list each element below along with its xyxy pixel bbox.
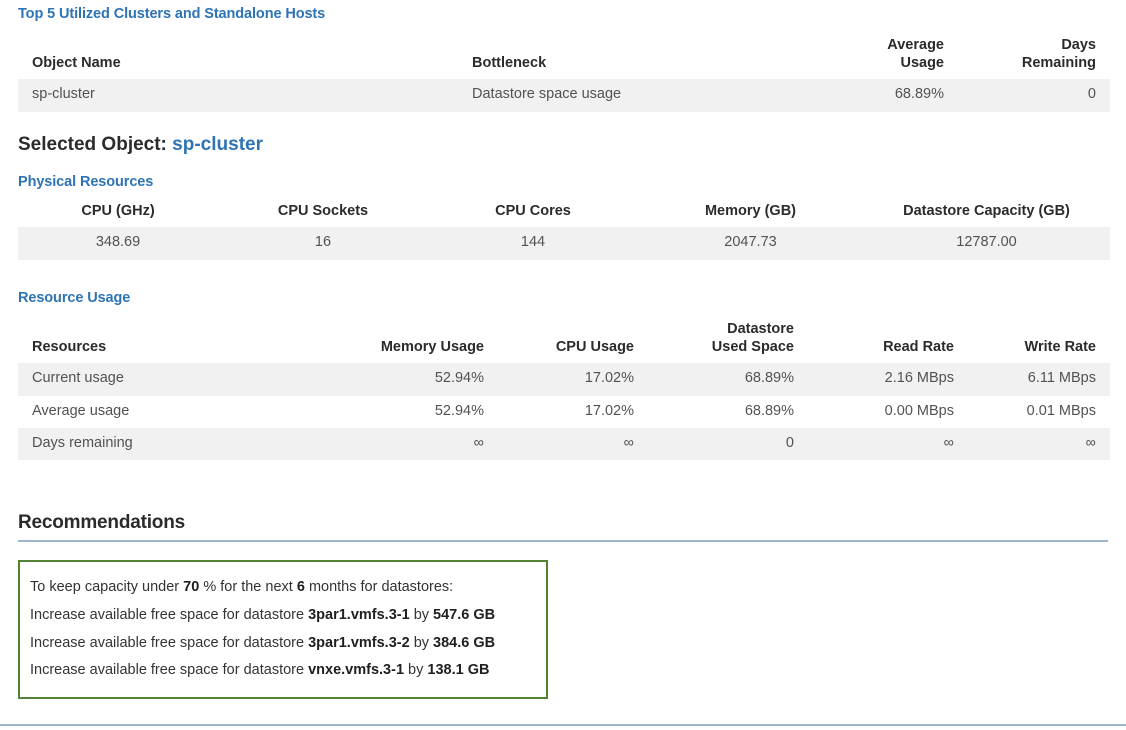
item-amount: 138.1 GB (427, 662, 490, 679)
intro-mid: % for the next (203, 579, 293, 596)
item-datastore: 3par1.vmfs.3-1 (308, 607, 410, 624)
cell-datastore-capacity-gb: 12787.00 (863, 227, 1110, 260)
selected-object-line: Selected Object: sp-cluster (18, 134, 1126, 156)
cell-datastore-used-space: 68.89% (744, 402, 794, 419)
item-connector: by (408, 662, 424, 679)
table-row: 348.69 16 144 2047.73 12787.00 (18, 227, 1110, 260)
item-prefix: Increase available free space for datast… (30, 662, 305, 679)
column-header-cpu-usage: CPU Usage (555, 338, 634, 355)
cell-resource: Days remaining (18, 428, 318, 461)
cell-read-rate: ∞ (808, 428, 968, 461)
report-page: Top 5 Utilized Clusters and Standalone H… (0, 0, 1126, 730)
cell-average-usage: 68.89% (798, 79, 958, 112)
cell-memory-usage: ∞ (318, 428, 498, 461)
physical-resources-table: CPU (GHz) CPU Sockets CPU Cores Memory (… (18, 198, 1110, 260)
recommendation-item: Increase available free space for datast… (30, 657, 536, 685)
intro-prefix: To keep capacity under (30, 579, 180, 596)
cell-write-rate: 6.11 MBps (968, 363, 1110, 396)
cell-resource: Current usage (18, 363, 318, 396)
cell-datastore-used-space: 68.89% (648, 363, 808, 396)
recommendation-item: Increase available free space for datast… (30, 602, 536, 630)
cell-cpu-sockets: 16 (218, 227, 428, 260)
top-clusters-table: Object Name Bottleneck Average Usage Days… (18, 32, 1110, 112)
item-prefix: Increase available free space for datast… (30, 607, 305, 624)
table-header-row: Object Name Bottleneck Average Usage Days… (18, 32, 1110, 79)
resource-usage-table: Resources Memory Usage CPU Usage Datasto… (18, 316, 1110, 461)
column-header-resources: Resources (32, 338, 107, 355)
page-bottom-divider (0, 724, 1126, 726)
cell-days-remaining: 0 (958, 79, 1110, 112)
cell-memory-gb: 2047.73 (638, 227, 863, 260)
item-datastore: 3par1.vmfs.3-2 (308, 634, 410, 651)
cell-read-rate: 0.00 MBps (884, 402, 954, 419)
cell-bottleneck: Datastore space usage (458, 79, 798, 112)
column-header-cpu-cores: CPU Cores (495, 202, 571, 219)
table-row[interactable]: sp-cluster Datastore space usage 68.89% … (18, 79, 1110, 112)
cell-cpu-usage: 17.02% (584, 402, 634, 419)
intro-threshold: 70 (183, 579, 200, 596)
column-header-memory-gb: Memory (GB) (704, 202, 797, 219)
column-header-memory-usage: Memory Usage (380, 338, 484, 355)
item-datastore: vnxe.vmfs.3-1 (308, 662, 405, 679)
item-amount: 384.6 GB (433, 634, 496, 651)
cell-write-rate: 0.01 MBps (1026, 402, 1096, 419)
cell-memory-usage: 52.94% (318, 363, 498, 396)
resource-usage-heading: Resource Usage (18, 289, 131, 306)
column-header-average-usage: Average Usage (887, 37, 944, 71)
column-header-object-name: Object Name (32, 54, 121, 71)
recommendations-heading: Recommendations (18, 512, 185, 534)
item-connector: by (413, 607, 430, 624)
table-row: Days remaining ∞ ∞ 0 ∞ ∞ (18, 428, 1110, 461)
recommendation-item: Increase available free space for datast… (30, 630, 536, 658)
column-header-days-remaining: Days Remaining (1021, 37, 1096, 71)
recommendation-intro: To keep capacity under 70 % for the next… (30, 574, 536, 602)
cell-read-rate: 2.16 MBps (808, 363, 968, 396)
cell-resource: Average usage (32, 402, 130, 419)
cell-cpu-ghz: 348.69 (18, 227, 218, 260)
physical-resources-heading: Physical Resources (18, 173, 154, 190)
cell-write-rate: ∞ (968, 428, 1110, 461)
recommendations-box: To keep capacity under 70 % for the next… (18, 560, 548, 700)
item-connector: by (413, 634, 430, 651)
column-header-write-rate: Write Rate (1024, 338, 1096, 355)
table-header-row: CPU (GHz) CPU Sockets CPU Cores Memory (… (18, 198, 1110, 228)
item-amount: 547.6 GB (433, 607, 496, 624)
table-row: Average usage 52.94% 17.02% 68.89% 0.00 … (18, 396, 1110, 428)
selected-object-name[interactable]: sp-cluster (172, 134, 263, 155)
table-header-row: Resources Memory Usage CPU Usage Datasto… (18, 316, 1110, 363)
cell-object-name: sp-cluster (18, 79, 458, 112)
item-prefix: Increase available free space for datast… (30, 634, 305, 651)
selected-object-label: Selected Object: (18, 133, 167, 155)
column-header-cpu-ghz: CPU (GHz) (81, 202, 155, 219)
column-header-bottleneck: Bottleneck (472, 54, 547, 71)
top-clusters-heading: Top 5 Utilized Clusters and Standalone H… (18, 6, 326, 22)
column-header-read-rate: Read Rate (883, 338, 954, 355)
intro-months: 6 (296, 579, 305, 596)
cell-cpu-usage: ∞ (498, 428, 648, 461)
column-header-datastore-capacity-gb: Datastore Capacity (GB) (903, 202, 1070, 219)
intro-suffix: months for datastores: (308, 579, 454, 596)
table-row: Current usage 52.94% 17.02% 68.89% 2.16 … (18, 363, 1110, 396)
column-header-datastore-used-space: Datastore Used Space (711, 320, 794, 355)
cell-datastore-used-space: 0 (648, 428, 808, 461)
column-header-cpu-sockets: CPU Sockets (277, 202, 369, 219)
cell-cpu-cores: 144 (428, 227, 638, 260)
cell-cpu-usage: 17.02% (498, 363, 648, 396)
cell-memory-usage: 52.94% (434, 402, 484, 419)
